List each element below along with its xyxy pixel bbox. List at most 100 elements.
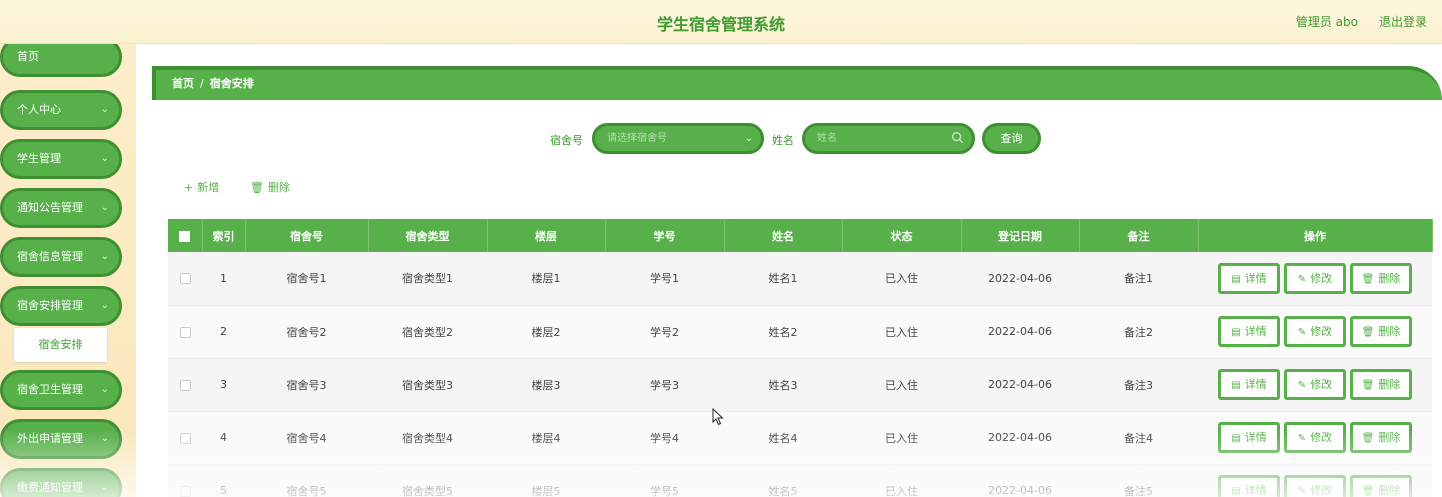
- table-cell: 姓名4: [724, 411, 842, 465]
- row-checkbox[interactable]: [179, 379, 191, 391]
- column-header: 楼层: [487, 219, 606, 252]
- sidebar-item-6[interactable]: 宿舍安排管理 ⌄: [0, 286, 122, 326]
- sidebar-item-1[interactable]: 首页: [0, 44, 122, 77]
- search-icon[interactable]: [951, 131, 964, 144]
- column-header: 备注: [1079, 219, 1199, 252]
- row-checkbox[interactable]: [179, 432, 191, 444]
- table-cell: 姓名3: [724, 358, 842, 412]
- detail-button[interactable]: ▤ 详情: [1218, 316, 1280, 347]
- sidebar-subitem-dorm-arrangement[interactable]: 宿舍安排: [14, 328, 107, 362]
- table-row: 1 宿舍号1 宿舍类型1 楼层1 学号1 姓名1 已入住 2022-04-06 备注1 ▤ 详情 ✎ 修…: [168, 252, 1432, 306]
- table-cell: 楼层4: [487, 411, 605, 465]
- detail-button[interactable]: ▤ 详情: [1218, 422, 1280, 453]
- action-label: 修改: [1310, 378, 1333, 391]
- sidebar: 首页 个人中心 ⌄ 学生管理 ⌄ 通知公告管理 ⌄ 宿舍信息管理 ⌄ 宿舍安排管理 ⌄ 宿舍卫生管理 ⌄…: [0, 44, 136, 497]
- action-label: 详情: [1244, 271, 1267, 285]
- table-cell: 备注3: [1079, 358, 1198, 412]
- table-cell: 楼层3: [487, 358, 605, 412]
- table-cell: 5: [202, 464, 245, 497]
- delete-button[interactable]: 🗑 删除: [1350, 369, 1412, 400]
- row-checkbox[interactable]: [179, 326, 191, 338]
- detail-button[interactable]: ▤ 详情: [1218, 262, 1280, 294]
- edit-button[interactable]: ✎ 修改: [1284, 369, 1346, 400]
- dorm-number-select[interactable]: 请选择宿舍号 ⌄: [592, 123, 764, 154]
- column-header: 索引: [202, 219, 246, 252]
- delete-button[interactable]: 🗑 删除: [1350, 422, 1412, 453]
- detail-button[interactable]: ▤ 详情: [1218, 369, 1280, 400]
- select-all-checkbox[interactable]: [179, 230, 191, 242]
- table-cell: 1: [202, 252, 245, 306]
- top-header: 学生宿舍管理系统 管理员 abo 退出登录: [0, 0, 1442, 44]
- chevron-down-icon: ⌄: [100, 300, 109, 311]
- pencil-icon: ✎: [1297, 380, 1307, 391]
- row-checkbox[interactable]: [179, 485, 191, 497]
- sidebar-item-7[interactable]: 宿舍卫生管理 ⌄: [0, 370, 122, 410]
- chevron-down-icon: ⌄: [100, 384, 109, 395]
- table-cell: 宿舍号1: [245, 252, 368, 306]
- breadcrumb: 首页 / 宿舍安排: [152, 66, 1442, 100]
- sidebar-item-5[interactable]: 宿舍信息管理 ⌄: [0, 237, 122, 277]
- plus-icon: +: [184, 181, 194, 194]
- sidebar-item-3[interactable]: 学生管理 ⌄: [0, 139, 122, 179]
- table-cell: 姓名2: [724, 305, 842, 359]
- table-cell: 备注2: [1079, 305, 1198, 359]
- delete-button[interactable]: 🗑 删除: [1350, 262, 1412, 294]
- action-label: 删除: [1378, 271, 1401, 285]
- sidebar-item-2[interactable]: 个人中心 ⌄: [0, 90, 122, 130]
- table-cell: 宿舍类型5: [368, 464, 487, 497]
- trash-icon: 🗑: [250, 181, 264, 194]
- table-cell: 2022-04-06: [961, 464, 1079, 497]
- data-table: 索引 宿舍号 宿舍类型 楼层 学号 姓名 状态 登记日期 备注 操作 1 宿舍号1 宿舍类型1 楼层1 学…: [168, 219, 1433, 497]
- edit-button[interactable]: ✎ 修改: [1284, 475, 1346, 497]
- column-header: 宿舍类型: [368, 219, 488, 252]
- sidebar-item-8[interactable]: 外出申请管理 ⌄: [0, 419, 122, 459]
- sidebar-item-4[interactable]: 通知公告管理 ⌄: [0, 188, 122, 228]
- table-cell: 备注4: [1079, 411, 1198, 465]
- action-label: 删除: [1378, 325, 1401, 338]
- action-label: 修改: [1310, 271, 1333, 285]
- table-cell: 3: [202, 358, 245, 412]
- column-header: 学号: [605, 219, 725, 252]
- logout-link[interactable]: 退出登录: [1379, 13, 1427, 30]
- name-input[interactable]: [805, 126, 945, 151]
- table-cell: 宿舍类型4: [368, 411, 487, 465]
- add-button[interactable]: + 新增: [184, 179, 219, 195]
- delete-button[interactable]: 🗑 删除: [1350, 316, 1412, 347]
- batch-delete-button[interactable]: 🗑 删除: [250, 179, 290, 195]
- table-cell: 2022-04-06: [961, 252, 1079, 306]
- row-actions: ▤ 详情 ✎ 修改 🗑 删除: [1198, 252, 1432, 306]
- table-row: 4 宿舍号4 宿舍类型4 楼层4 学号4 姓名4 已入住 2022-04-06 备注4 ▤ 详情 ✎ 修…: [168, 411, 1432, 465]
- sidebar-item-9[interactable]: 缴费通知管理 ⌄: [0, 468, 122, 497]
- dorm-number-placeholder: 请选择宿舍号: [607, 133, 667, 144]
- pencil-icon: ✎: [1297, 273, 1307, 285]
- table-cell: 楼层5: [487, 464, 605, 497]
- row-checkbox[interactable]: [179, 273, 191, 285]
- sidebar-item-label: 首页: [17, 50, 39, 63]
- chevron-down-icon: ⌄: [100, 202, 109, 213]
- table-cell: 已入住: [842, 358, 961, 412]
- edit-button[interactable]: ✎ 修改: [1284, 422, 1346, 453]
- breadcrumb-home[interactable]: 首页: [172, 77, 194, 90]
- delete-button[interactable]: 🗑 删除: [1350, 475, 1412, 497]
- table-cell: 楼层2: [487, 305, 605, 359]
- column-header: 姓名: [724, 219, 843, 252]
- edit-button[interactable]: ✎ 修改: [1284, 316, 1346, 347]
- table-cell: 备注5: [1079, 464, 1198, 497]
- table-cell: 姓名5: [724, 464, 842, 497]
- table-cell: 楼层1: [487, 252, 605, 306]
- row-select-cell: [168, 464, 202, 497]
- table-cell: 备注1: [1079, 252, 1198, 306]
- table-cell: 已入住: [842, 464, 961, 497]
- action-label: 删除: [1378, 378, 1401, 391]
- sidebar-item-label: 学生管理: [17, 152, 61, 165]
- trash-icon: 🗑: [1361, 433, 1375, 444]
- sidebar-item-label: 宿舍卫生管理: [17, 383, 83, 396]
- detail-button[interactable]: ▤ 详情: [1218, 475, 1280, 497]
- select-all-cell: [168, 219, 203, 252]
- table-cell: 学号5: [605, 464, 724, 497]
- pencil-icon: ✎: [1297, 486, 1307, 497]
- row-select-cell: [168, 411, 202, 465]
- query-button[interactable]: 查询: [982, 123, 1041, 154]
- breadcrumb-current: 宿舍安排: [209, 77, 254, 90]
- edit-button[interactable]: ✎ 修改: [1284, 262, 1346, 294]
